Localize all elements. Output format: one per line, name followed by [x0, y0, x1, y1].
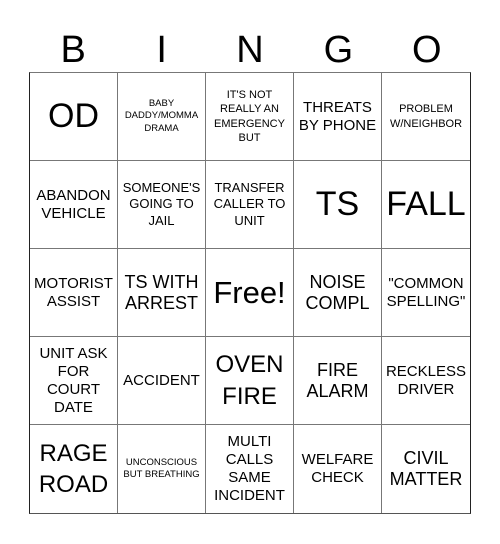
bingo-cell[interactable]: SOMEONE'S GOING TO JAIL: [118, 161, 206, 249]
bingo-cell[interactable]: OD: [30, 73, 118, 161]
bingo-cell-label: TS WITH ARREST: [124, 271, 199, 313]
bingo-cell[interactable]: CIVIL MATTER: [382, 425, 470, 513]
bingo-cell-label: RAGE ROAD: [38, 439, 109, 498]
bingo-cell-label: RECKLESS DRIVER: [385, 362, 467, 398]
bingo-cell-label: SOMEONE'S GOING TO JAIL: [122, 180, 201, 228]
bingo-cell[interactable]: OVEN FIRE: [206, 337, 294, 425]
bingo-cell[interactable]: UNIT ASK FOR COURT DATE: [30, 337, 118, 425]
bingo-cell[interactable]: IT'S NOT REALLY AN EMERGENCY BUT: [206, 73, 294, 161]
bingo-cell-label: TS: [315, 184, 360, 223]
header-letter-n: N: [236, 29, 264, 71]
bingo-cell[interactable]: TS WITH ARREST: [118, 249, 206, 337]
bingo-cell-label: IT'S NOT REALLY AN EMERGENCY BUT: [214, 88, 285, 144]
bingo-cell-label: MOTORIST ASSIST: [34, 274, 113, 310]
bingo-cell[interactable]: WELFARE CHECK: [294, 425, 382, 513]
bingo-cell[interactable]: "COMMON SPELLING": [382, 249, 470, 337]
bingo-cell[interactable]: FALL: [382, 161, 470, 249]
bingo-cell[interactable]: RECKLESS DRIVER: [382, 337, 470, 425]
bingo-cell-label: OD: [48, 96, 99, 135]
bingo-cell-label: NOISE COMPL: [305, 271, 370, 313]
bingo-cell-label: FIRE ALARM: [306, 359, 369, 401]
bingo-cell-label: PROBLEM W/NEIGHBOR: [389, 103, 463, 130]
header-letter-i: I: [156, 29, 167, 71]
bingo-cell[interactable]: RAGE ROAD: [30, 425, 118, 513]
bingo-cell[interactable]: UNCONSCIOUS BUT BREATHING: [118, 425, 206, 513]
bingo-cell-label: FALL: [386, 184, 466, 223]
bingo-cell[interactable]: MOTORIST ASSIST: [30, 249, 118, 337]
bingo-cell[interactable]: ABANDON VEHICLE: [30, 161, 118, 249]
bingo-free-space[interactable]: Free!: [206, 249, 294, 337]
bingo-cell-label: WELFARE CHECK: [301, 451, 374, 486]
bingo-cell[interactable]: BABY DADDY/MOMMA DRAMA: [118, 73, 206, 161]
header-letter-o: O: [412, 29, 442, 71]
bingo-cell-label: BABY DADDY/MOMMA DRAMA: [124, 97, 199, 134]
bingo-cell[interactable]: THREATS BY PHONE: [294, 73, 382, 161]
bingo-cell[interactable]: TRANSFER CALLER TO UNIT: [206, 161, 294, 249]
bingo-cell[interactable]: TS: [294, 161, 382, 249]
bingo-cell[interactable]: NOISE COMPL: [294, 249, 382, 337]
bingo-cell-label: UNIT ASK FOR COURT DATE: [39, 344, 108, 416]
bingo-cell[interactable]: ACCIDENT: [118, 337, 206, 425]
bingo-header: B I N G O: [29, 28, 471, 72]
header-letter-b: B: [60, 29, 86, 71]
header-letter-g: G: [323, 29, 354, 71]
bingo-cell-label: ACCIDENT: [123, 371, 200, 389]
bingo-cell-label: MULTI CALLS SAME INCIDENT: [214, 433, 285, 504]
bingo-cell-label: "COMMON SPELLING": [386, 274, 466, 310]
bingo-cell-label: CIVIL MATTER: [389, 448, 463, 489]
bingo-cell[interactable]: FIRE ALARM: [294, 337, 382, 425]
bingo-cell-label: ABANDON VEHICLE: [36, 186, 111, 222]
bingo-grid: OD BABY DADDY/MOMMA DRAMA IT'S NOT REALLY …: [29, 72, 471, 514]
bingo-cell-label: OVEN FIRE: [215, 351, 284, 410]
bingo-cell-label: UNCONSCIOUS BUT BREATHING: [123, 456, 200, 480]
bingo-cell[interactable]: PROBLEM W/NEIGHBOR: [382, 73, 470, 161]
bingo-cell-label: TRANSFER CALLER TO UNIT: [213, 180, 286, 228]
bingo-cell-label: THREATS BY PHONE: [298, 98, 377, 134]
bingo-cell-label: Free!: [213, 274, 286, 310]
bingo-cell[interactable]: MULTI CALLS SAME INCIDENT: [206, 425, 294, 513]
